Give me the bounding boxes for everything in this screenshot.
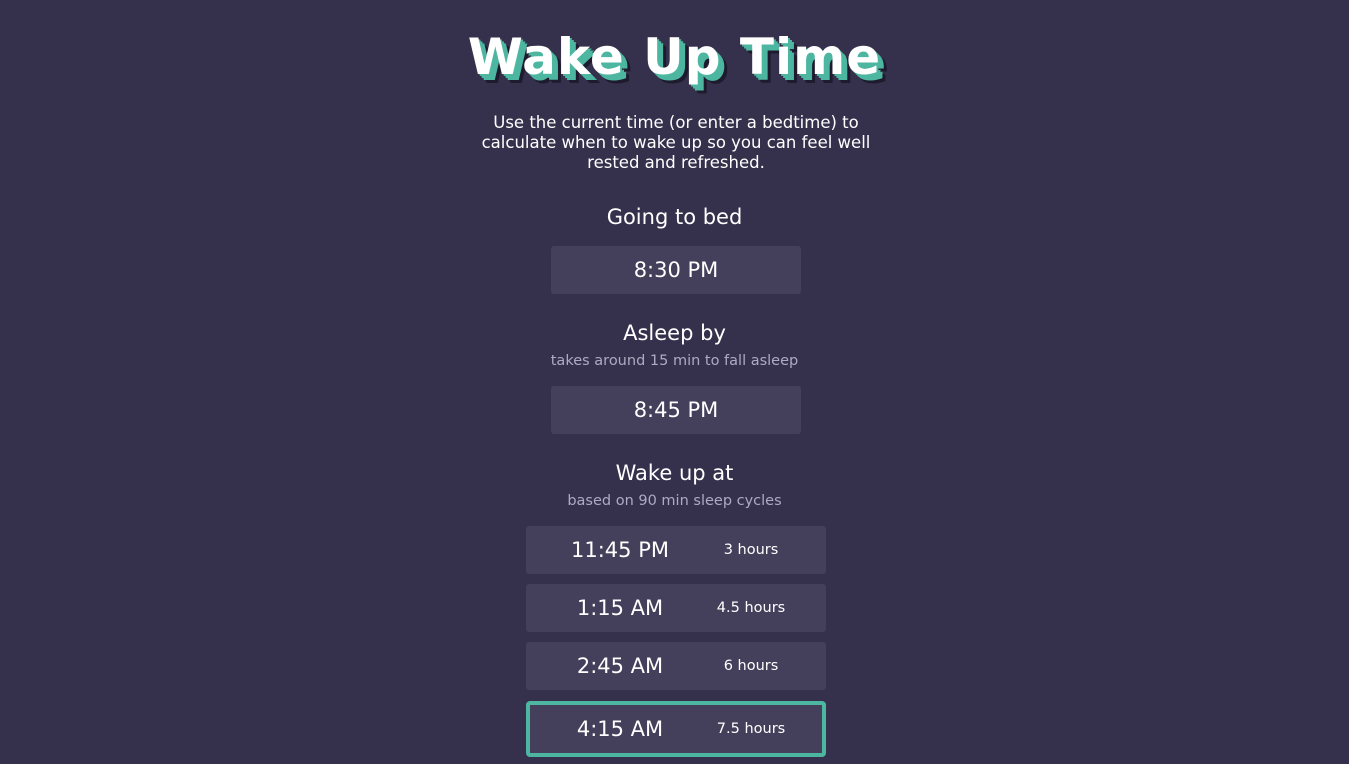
wake-option-duration: 3 hours <box>723 542 779 558</box>
asleep-by-subtext: takes around 15 min to fall asleep <box>550 353 799 369</box>
wake-option-time: 1:15 AM <box>576 596 664 620</box>
wake-option-selected[interactable]: 4:15 AM 7.5 hours <box>526 701 826 757</box>
wake-option-time: 11:45 PM <box>571 538 669 562</box>
intro-text: Use the current time (or enter a bedtime… <box>481 113 871 172</box>
asleep-time-input[interactable]: 8:45 PM <box>551 386 801 434</box>
wake-option-time: 2:45 AM <box>576 654 664 678</box>
wake-up-subtext: based on 90 min sleep cycles <box>567 493 782 509</box>
wake-option-duration: 6 hours <box>723 658 779 674</box>
wake-option-duration: 4.5 hours <box>716 600 786 616</box>
page-title: Wake Up Time <box>467 28 882 86</box>
wake-option[interactable]: 1:15 AM 4.5 hours <box>526 584 826 632</box>
wake-up-heading: Wake up at <box>615 461 734 485</box>
wake-option-time: 4:15 AM <box>576 717 664 741</box>
wake-option-duration: 7.5 hours <box>716 721 786 737</box>
wake-option[interactable]: 11:45 PM 3 hours <box>526 526 826 574</box>
going-to-bed-heading: Going to bed <box>606 205 743 229</box>
wake-option[interactable]: 2:45 AM 6 hours <box>526 642 826 690</box>
asleep-by-heading: Asleep by <box>623 321 726 345</box>
bedtime-input[interactable]: 8:30 PM <box>551 246 801 294</box>
